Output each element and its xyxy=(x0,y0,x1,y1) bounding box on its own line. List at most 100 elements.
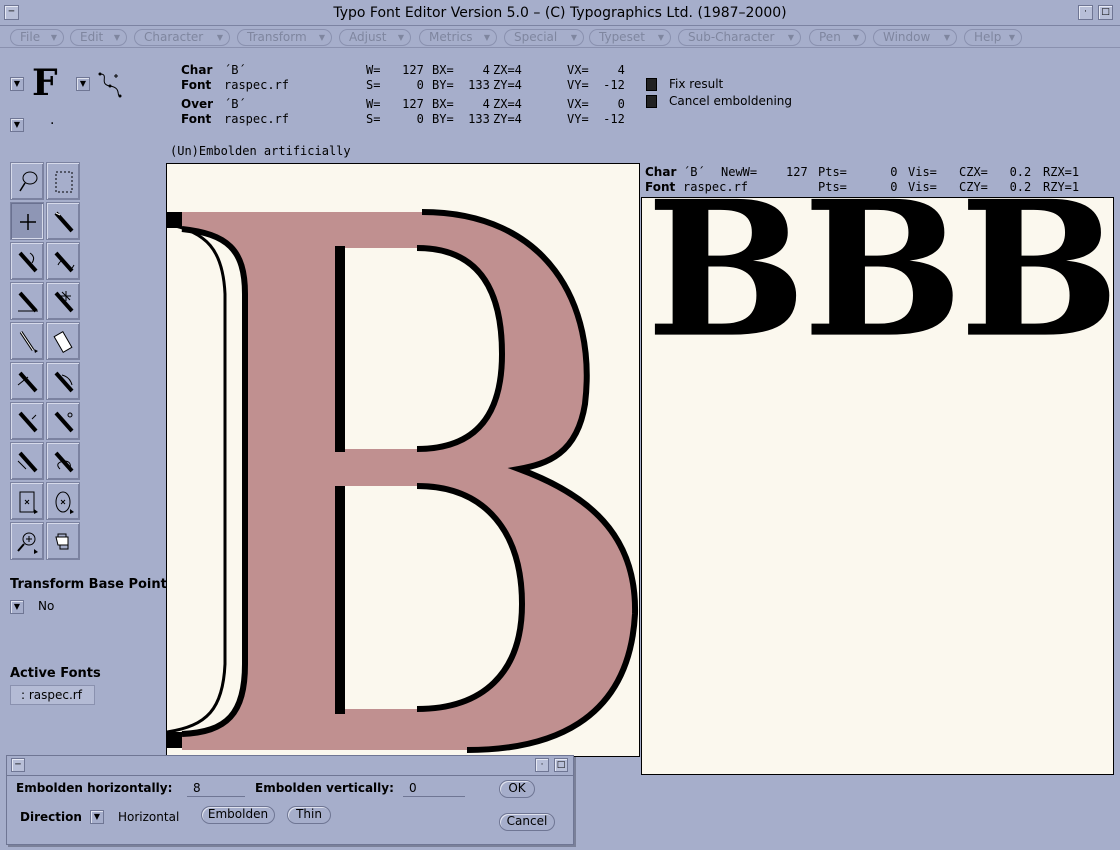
info-over-bx: BX= 4 xyxy=(432,97,490,111)
secondary-dropdown-button[interactable]: ▼ xyxy=(10,118,24,132)
glyph-dot: . xyxy=(50,112,55,128)
dialog-minimize-button[interactable]: · xyxy=(535,758,549,772)
info-over-w: W= 127 xyxy=(366,97,424,111)
window-title: Typo Font Editor Version 5.0 – (C) Typog… xyxy=(333,5,787,21)
marquee-icon xyxy=(55,171,73,193)
direction-label: Direction xyxy=(20,810,82,824)
transform-base-point-value: No xyxy=(38,599,55,613)
ok-button[interactable]: OK xyxy=(499,780,535,798)
info-over-zx: ZX=4 xyxy=(493,97,522,111)
ellipse-node-icon xyxy=(55,491,74,514)
dialog-title-bar[interactable]: ─ · □ xyxy=(7,756,573,776)
transform-base-point-dropdown[interactable]: ▼ xyxy=(10,600,24,614)
embolden-horizontally-label: Embolden horizontally: xyxy=(16,781,173,795)
pen-loop-icon xyxy=(54,451,74,473)
outline-dropdown-button[interactable]: ▼ xyxy=(76,77,90,91)
ellipse-node-tool[interactable] xyxy=(46,482,80,520)
cancel-button[interactable]: Cancel xyxy=(499,813,555,831)
rect-node-icon xyxy=(19,491,38,514)
pen-branch-tool[interactable] xyxy=(46,362,80,400)
minimize-button[interactable]: · xyxy=(1078,5,1093,20)
pen-join-tool[interactable] xyxy=(10,442,44,480)
menu-pen[interactable]: Pen ▼ xyxy=(809,29,866,46)
pen-scribble-icon xyxy=(54,251,75,273)
preview-pts: Pts= 0 xyxy=(818,165,898,179)
menu-special[interactable]: Special ▼ xyxy=(504,29,584,46)
preview-neww: NewW= 127 xyxy=(721,165,808,179)
menu-typeset[interactable]: Typeset ▼ xyxy=(589,29,671,46)
pen-star-icon xyxy=(54,291,74,313)
glyph-dropdown-button[interactable]: ▼ xyxy=(10,77,24,91)
info-over-by: BY= 133 xyxy=(432,112,490,126)
cancel-emboldening-checkbox[interactable] xyxy=(646,95,657,108)
preview-czy: CZY= 0.2 xyxy=(959,180,1032,194)
preview-font-value: raspec.rf xyxy=(683,180,749,194)
active-font-item[interactable]: : raspec.rf xyxy=(10,685,95,705)
pen-join-icon xyxy=(17,451,38,473)
pen-curve-tool[interactable] xyxy=(10,242,44,280)
active-fonts-heading: Active Fonts xyxy=(10,666,101,681)
menu-help[interactable]: Help ▼ xyxy=(964,29,1022,46)
embolden-button[interactable]: Embolden xyxy=(201,806,275,824)
embolden-vertically-label: Embolden vertically: xyxy=(255,781,394,795)
preview-font-label: Font xyxy=(645,180,676,194)
zoom-tool[interactable] xyxy=(10,522,44,560)
dialog-maximize-button[interactable]: □ xyxy=(554,758,568,772)
menu-metrics[interactable]: Metrics ▼ xyxy=(419,29,497,46)
embolden-dialog: ─ · □ Embolden horizontally: 8 Embolden … xyxy=(6,755,574,845)
preview-rzy: RZY=1 xyxy=(1043,180,1080,194)
thin-button[interactable]: Thin xyxy=(287,806,331,824)
info-over-vy: VY= -12 xyxy=(567,112,625,126)
main-window: ─ Typo Font Editor Version 5.0 – (C) Typ… xyxy=(0,0,1120,850)
pen-arrow-tool[interactable] xyxy=(10,402,44,440)
menu-sub-character[interactable]: Sub-Character ▼ xyxy=(678,29,801,46)
hand-tool[interactable] xyxy=(46,522,80,560)
eraser-icon xyxy=(53,331,73,353)
pen-node-tool[interactable] xyxy=(46,402,80,440)
crosshair-tool[interactable] xyxy=(10,202,44,240)
menu-window[interactable]: Window ▼ xyxy=(873,29,957,46)
rect-node-tool[interactable] xyxy=(10,482,44,520)
pen-scribble-tool[interactable] xyxy=(46,242,80,280)
preview-char-label: Char xyxy=(645,165,677,179)
menu-character[interactable]: Character ▼ xyxy=(134,29,230,46)
current-glyph: F xyxy=(32,62,58,104)
info-over-value: ´B´ xyxy=(224,97,246,111)
menu-transform[interactable]: Transform ▼ xyxy=(237,29,332,46)
pen-star-tool[interactable] xyxy=(46,282,80,320)
glyph-preview-pane: BBB xyxy=(641,197,1114,775)
embolden-horizontally-field[interactable]: 8 xyxy=(187,781,245,797)
eraser-tool[interactable] xyxy=(46,322,80,360)
lasso-tool[interactable] xyxy=(10,162,44,200)
menu-adjust[interactable]: Adjust ▼ xyxy=(339,29,411,46)
menu-file[interactable]: File ▼ xyxy=(10,29,64,46)
pen-curve-icon xyxy=(18,251,38,273)
pen-branch-icon xyxy=(54,371,74,393)
maximize-button[interactable]: □ xyxy=(1098,5,1113,20)
marquee-select-tool[interactable] xyxy=(46,162,80,200)
direction-dropdown[interactable]: ▼ xyxy=(90,810,104,824)
info-bx: BX= 4 xyxy=(432,63,490,77)
embolden-vertically-field[interactable]: 0 xyxy=(403,781,465,797)
info-over-s: S= 0 xyxy=(366,112,424,126)
glyph-outline-drawing xyxy=(167,209,639,753)
pen-loop-tool[interactable] xyxy=(46,442,80,480)
direction-value: Horizontal xyxy=(118,810,180,824)
dialog-menu-button[interactable]: ─ xyxy=(11,758,25,772)
preview-info: Char ´B´ NewW= 127 Pts= 0 Vis= CZX= 0.2 … xyxy=(641,163,1114,197)
pen-tool[interactable] xyxy=(46,202,80,240)
pen-segment-tool[interactable] xyxy=(10,282,44,320)
toolbox xyxy=(10,162,82,562)
title-bar[interactable]: ─ Typo Font Editor Version 5.0 – (C) Typ… xyxy=(0,0,1120,26)
hand-icon xyxy=(55,533,69,550)
info-over-label: Over xyxy=(181,97,214,111)
info-zy: ZY=4 xyxy=(493,78,522,92)
info-font-value: raspec.rf xyxy=(224,78,290,92)
menu-edit[interactable]: Edit ▼ xyxy=(70,29,127,46)
fix-result-checkbox[interactable] xyxy=(646,78,657,91)
preview-rzx: RZX=1 xyxy=(1043,165,1080,179)
operation-label: (Un)Embolden artificially xyxy=(170,144,351,158)
pen-cut-tool[interactable] xyxy=(10,362,44,400)
pencil-tool[interactable] xyxy=(10,322,44,360)
glyph-edit-canvas[interactable] xyxy=(166,163,640,757)
